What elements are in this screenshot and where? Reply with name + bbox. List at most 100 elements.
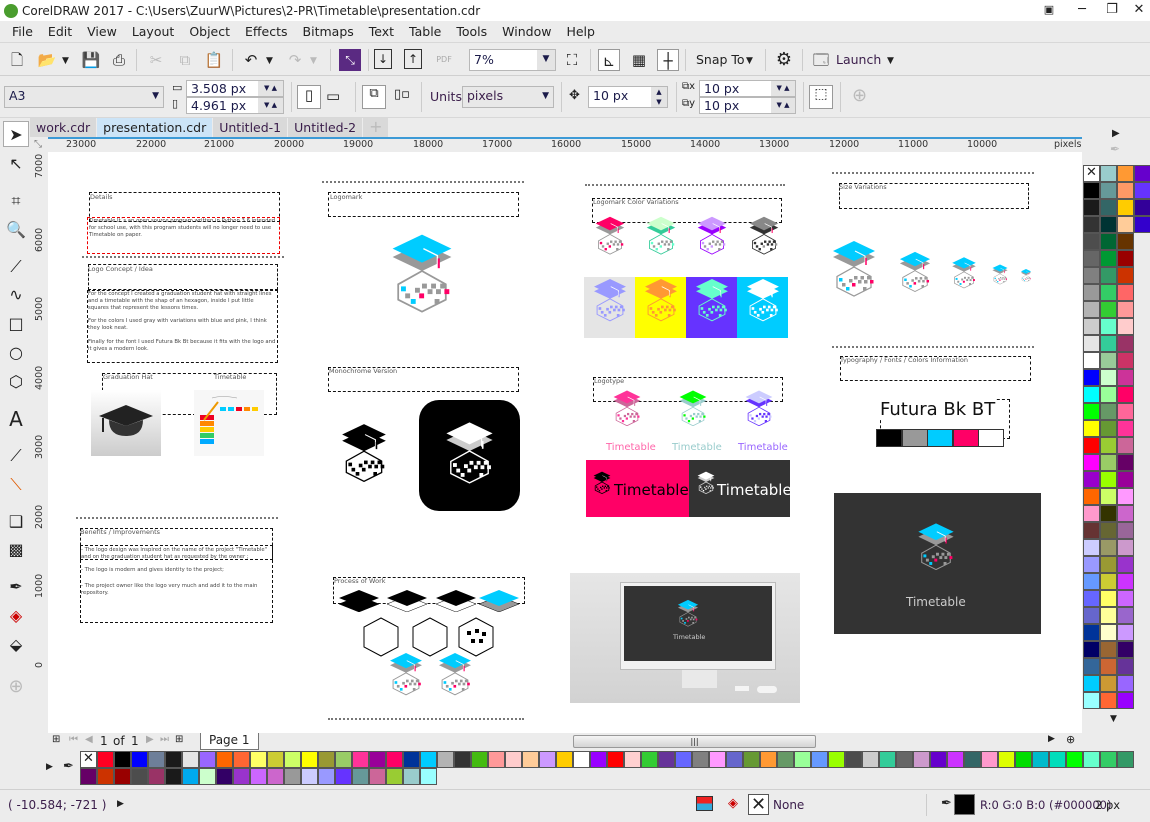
color-swatch[interactable] <box>828 751 845 768</box>
color-swatch[interactable] <box>1049 751 1066 768</box>
color-swatch[interactable] <box>1100 692 1117 709</box>
redo-dropdown-icon[interactable]: ▼ <box>310 56 317 66</box>
color-eyedropper-icon[interactable]: ✒ <box>3 574 29 600</box>
zoom-level-combo[interactable]: 7% ▼ <box>469 49 556 71</box>
color-swatch[interactable] <box>386 751 403 768</box>
color-swatch[interactable] <box>1083 267 1100 284</box>
color-swatch[interactable] <box>1117 751 1134 768</box>
color-swatch[interactable] <box>1117 352 1134 369</box>
color-swatch[interactable] <box>80 768 97 785</box>
color-swatch[interactable] <box>998 751 1015 768</box>
color-swatch[interactable] <box>1117 250 1134 267</box>
color-swatch[interactable] <box>1100 284 1117 301</box>
color-swatch[interactable] <box>1083 284 1100 301</box>
minimize-button[interactable]: ─ <box>1068 0 1096 20</box>
color-swatch[interactable] <box>216 768 233 785</box>
first-page-icon[interactable]: ⏮ <box>69 734 78 745</box>
color-swatch[interactable] <box>403 751 420 768</box>
color-swatch[interactable] <box>1117 556 1134 573</box>
add-page-before-icon[interactable]: ⊞ <box>52 734 60 745</box>
tab-work[interactable]: work.cdr <box>30 118 97 137</box>
palette-menu-arrow-icon[interactable]: ▶ <box>1112 128 1120 139</box>
color-swatch[interactable] <box>1117 386 1134 403</box>
color-swatch[interactable] <box>267 751 284 768</box>
color-swatch[interactable] <box>879 751 896 768</box>
color-swatch[interactable] <box>981 751 998 768</box>
color-swatch[interactable] <box>794 751 811 768</box>
color-swatch[interactable] <box>284 768 301 785</box>
color-swatch[interactable] <box>1083 437 1100 454</box>
undo-icon[interactable]: ↶ <box>240 49 262 71</box>
save-icon[interactable]: 💾 <box>80 49 102 71</box>
fill-none-swatch[interactable]: ✕ <box>748 794 769 815</box>
color-swatch[interactable] <box>1083 675 1100 692</box>
color-swatch[interactable] <box>1117 607 1134 624</box>
nudge-distance-input[interactable]: 10 px ▲ ▼ <box>588 86 668 108</box>
launch-app-icon[interactable]: 🗔 <box>810 49 832 71</box>
color-swatch[interactable] <box>1083 369 1100 386</box>
color-swatch[interactable] <box>1117 658 1134 675</box>
color-swatch[interactable] <box>1117 488 1134 505</box>
color-swatch[interactable] <box>1117 505 1134 522</box>
open-dropdown-icon[interactable]: ▼ <box>62 56 69 66</box>
restore-button[interactable]: ❐ <box>1098 0 1126 20</box>
color-swatch[interactable] <box>1100 386 1117 403</box>
tab-presentation[interactable]: presentation.cdr <box>97 118 213 137</box>
color-swatch[interactable] <box>1083 556 1100 573</box>
color-swatch[interactable] <box>437 751 454 768</box>
last-page-icon[interactable]: ⏭ <box>160 734 169 745</box>
color-swatch[interactable] <box>505 751 522 768</box>
color-swatch[interactable] <box>675 751 692 768</box>
search-content-icon[interactable]: ⤡ <box>339 49 361 71</box>
color-swatch[interactable] <box>1083 403 1100 420</box>
cut-icon[interactable]: ✂ <box>145 49 167 71</box>
color-swatch[interactable] <box>811 751 828 768</box>
color-swatch[interactable] <box>1117 590 1134 607</box>
color-swatch[interactable] <box>1134 199 1150 216</box>
color-swatch[interactable] <box>1100 403 1117 420</box>
color-swatch[interactable] <box>1134 165 1150 182</box>
color-swatch[interactable] <box>709 751 726 768</box>
full-screen-preview-icon[interactable]: ⛶ <box>561 49 583 71</box>
menu-tools[interactable]: Tools <box>453 24 490 39</box>
color-swatch[interactable] <box>1083 471 1100 488</box>
color-swatch[interactable] <box>403 768 420 785</box>
menu-window[interactable]: Window <box>499 24 554 39</box>
color-swatch[interactable] <box>539 751 556 768</box>
color-swatch[interactable] <box>1100 556 1117 573</box>
color-swatch[interactable] <box>1083 420 1100 437</box>
color-swatch[interactable] <box>1083 573 1100 590</box>
color-swatch[interactable] <box>471 751 488 768</box>
rectangle-tool-icon[interactable]: □ <box>3 311 29 337</box>
color-swatch[interactable] <box>1117 437 1134 454</box>
zoom-tool-icon[interactable]: 🔍 <box>3 217 29 243</box>
document-palette-eyedropper-icon[interactable]: ✒ <box>63 759 74 774</box>
palette-eyedropper-icon[interactable]: ✒ <box>1110 142 1120 156</box>
color-swatch[interactable] <box>1083 692 1100 709</box>
color-swatch[interactable] <box>97 751 114 768</box>
open-folder-icon[interactable]: 📂 <box>36 49 58 71</box>
color-swatch[interactable] <box>1100 590 1117 607</box>
menu-text[interactable]: Text <box>366 24 397 39</box>
new-document-icon[interactable]: 🗋 <box>6 49 28 71</box>
color-swatch[interactable] <box>182 751 199 768</box>
color-swatch[interactable] <box>284 751 301 768</box>
color-swatch[interactable] <box>607 751 624 768</box>
color-swatch[interactable] <box>1100 437 1117 454</box>
color-swatch[interactable] <box>148 751 165 768</box>
polygon-tool-icon[interactable]: ⬡ <box>3 369 29 395</box>
color-swatch[interactable] <box>1100 522 1117 539</box>
color-swatch[interactable] <box>1117 335 1134 352</box>
color-swatch[interactable] <box>1083 318 1100 335</box>
horizontal-ruler[interactable]: 23000 22000 21000 20000 19000 18000 17000 16000… <box>48 137 1082 152</box>
color-swatch[interactable] <box>658 751 675 768</box>
ellipse-tool-icon[interactable]: ○ <box>3 340 29 366</box>
all-pages-icon[interactable]: ⧉ <box>362 85 386 109</box>
color-swatch[interactable] <box>1117 403 1134 420</box>
color-swatch[interactable] <box>199 751 216 768</box>
import-icon[interactable]: ↓ <box>374 49 392 69</box>
color-swatch[interactable] <box>233 768 250 785</box>
color-swatch[interactable] <box>1100 471 1117 488</box>
color-swatch[interactable] <box>777 751 794 768</box>
color-swatch[interactable] <box>1066 751 1083 768</box>
